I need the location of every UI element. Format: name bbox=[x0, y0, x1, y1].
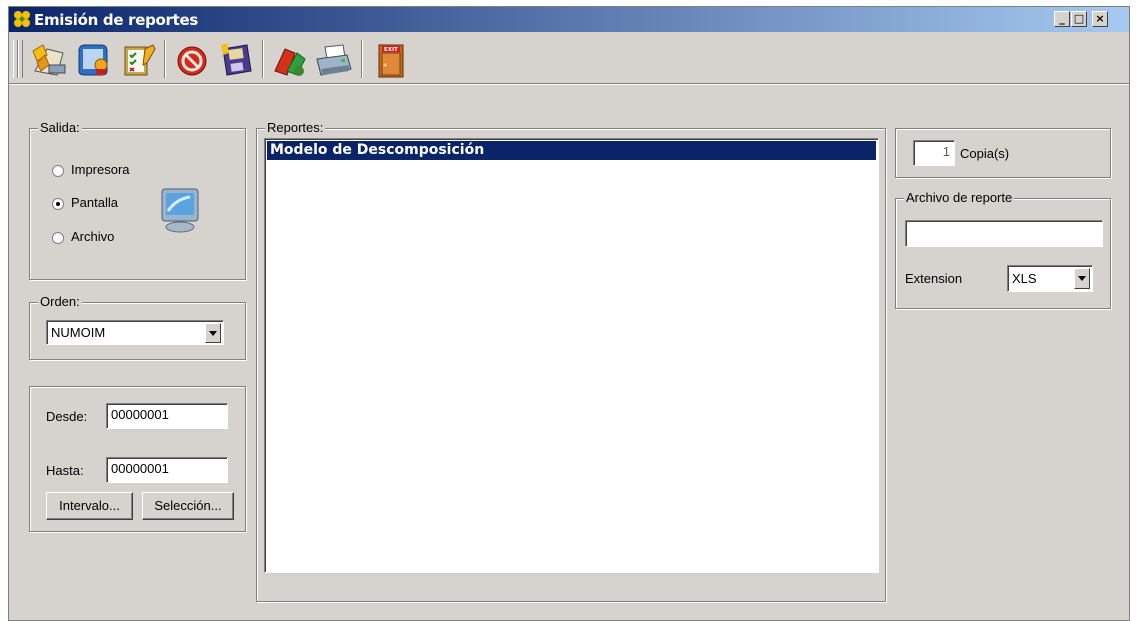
radio-archivo[interactable] bbox=[52, 232, 64, 244]
radio-pantalla[interactable] bbox=[52, 198, 64, 210]
window-title: Emisión de reportes bbox=[34, 11, 199, 29]
toolbar-separator-3 bbox=[361, 40, 363, 78]
extension-label: Extension bbox=[905, 271, 963, 286]
printer-icon bbox=[316, 44, 352, 76]
list-item[interactable]: Modelo de Descomposición bbox=[267, 141, 876, 160]
run-report-icon bbox=[32, 44, 66, 76]
impresora-label[interactable]: Impresora bbox=[71, 162, 130, 177]
exit-button[interactable]: EXIT bbox=[369, 41, 411, 79]
intervalo-button[interactable]: Intervalo... bbox=[46, 492, 133, 520]
toolbar-divider bbox=[9, 83, 1129, 85]
exit-icon: EXIT bbox=[378, 44, 404, 78]
archivo-path-input[interactable] bbox=[905, 220, 1103, 247]
desde-input[interactable]: 00000001 bbox=[106, 403, 228, 429]
extension-value: XLS bbox=[1012, 271, 1037, 286]
run-report-button[interactable] bbox=[29, 41, 71, 79]
copias-group: 1 Copia(s) bbox=[895, 128, 1111, 178]
monitor-icon bbox=[161, 188, 199, 233]
toolbar-separator-2 bbox=[262, 40, 264, 78]
query-icon bbox=[78, 44, 108, 76]
reportes-group: Reportes: Modelo de Descomposición bbox=[256, 120, 886, 602]
radio-impresora[interactable] bbox=[52, 165, 64, 177]
salida-legend: Salida: bbox=[38, 120, 82, 135]
report-window: Emisión de reportes _ □ × EXIT Salida: I… bbox=[8, 6, 1130, 621]
reportes-legend: Reportes: bbox=[265, 120, 326, 135]
hasta-label: Hasta: bbox=[46, 463, 84, 478]
query-button[interactable] bbox=[73, 41, 115, 79]
toolbar-grip-2[interactable] bbox=[18, 40, 23, 78]
checklist-button[interactable] bbox=[117, 41, 159, 79]
seleccion-button[interactable]: Selección... bbox=[142, 492, 234, 520]
svg-text:EXIT: EXIT bbox=[384, 47, 398, 53]
chevron-down-icon[interactable] bbox=[205, 323, 221, 343]
toolbar-separator bbox=[164, 40, 166, 78]
minimize-icon: _ bbox=[1059, 12, 1065, 25]
save-button[interactable] bbox=[215, 41, 257, 79]
copias-label: Copia(s) bbox=[960, 146, 1010, 161]
cancel-icon bbox=[177, 46, 207, 76]
orden-value: NUMOIM bbox=[51, 325, 106, 340]
pantalla-label[interactable]: Pantalla bbox=[71, 195, 118, 210]
title-bar[interactable]: Emisión de reportes _ □ × bbox=[9, 7, 1129, 32]
archivo-label[interactable]: Archivo bbox=[71, 229, 114, 244]
toolbar: EXIT bbox=[9, 35, 1129, 83]
extension-select[interactable]: XLS bbox=[1007, 265, 1093, 292]
close-button[interactable]: × bbox=[1092, 11, 1108, 27]
printer-button[interactable] bbox=[313, 41, 355, 79]
clear-icon bbox=[274, 48, 306, 76]
rango-group: Desde: 00000001 Hasta: 00000001 Interval… bbox=[29, 386, 246, 532]
checklist-icon bbox=[124, 44, 156, 76]
orden-select[interactable]: NUMOIM bbox=[46, 320, 224, 345]
cancel-button[interactable] bbox=[171, 41, 213, 79]
archivo-group: Archivo de reporte Extension XLS bbox=[895, 190, 1111, 309]
copias-input[interactable]: 1 bbox=[913, 140, 955, 166]
maximize-button[interactable]: □ bbox=[1071, 11, 1087, 27]
reportes-list[interactable]: Modelo de Descomposición bbox=[264, 138, 879, 573]
archivo-legend: Archivo de reporte bbox=[904, 190, 1015, 205]
minimize-button[interactable]: _ bbox=[1054, 11, 1070, 27]
orden-legend: Orden: bbox=[38, 294, 82, 309]
clear-button[interactable] bbox=[269, 41, 311, 79]
chevron-down-icon[interactable] bbox=[1074, 268, 1090, 289]
salida-group: Salida: Impresora Pantalla Archivo bbox=[29, 120, 246, 280]
desde-label: Desde: bbox=[46, 409, 88, 424]
maximize-icon: □ bbox=[1073, 12, 1085, 25]
close-icon: × bbox=[1095, 12, 1105, 25]
hasta-input[interactable]: 00000001 bbox=[106, 457, 228, 483]
app-flower-icon bbox=[14, 11, 30, 27]
orden-group: Orden: NUMOIM bbox=[29, 294, 246, 360]
save-icon bbox=[221, 43, 252, 76]
